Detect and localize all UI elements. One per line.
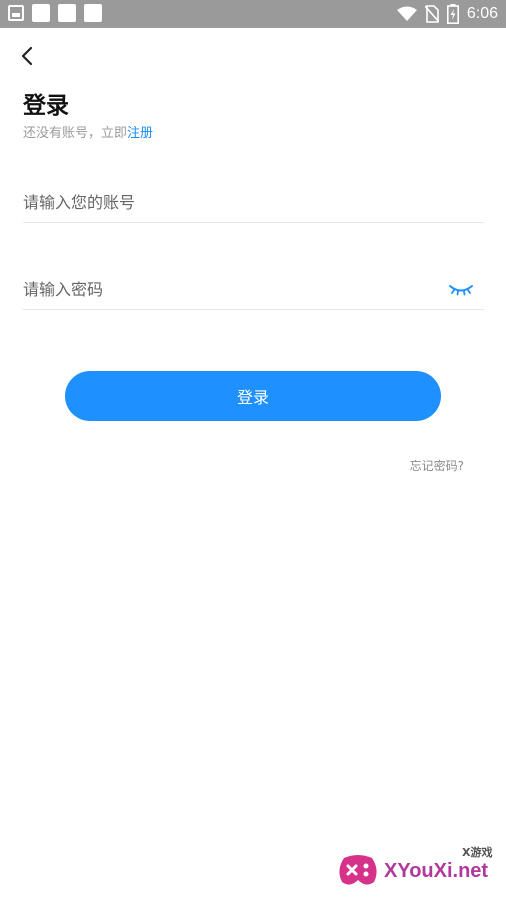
wifi-icon [396,6,417,21]
watermark-site: XYouXi.net [384,860,489,882]
image-icon [8,5,24,21]
clock: 6:06 [466,5,498,22]
register-prompt: 还没有账号，立即注册 [23,122,153,141]
chevron-left-icon[interactable] [18,44,38,68]
status-bar: 6:06 [0,0,506,28]
no-sim-icon [424,5,439,23]
app-icon [58,4,76,22]
gamepad-logo-icon [339,855,377,885]
eye-closed-icon[interactable] [448,279,474,299]
password-field [23,269,484,310]
watermark-cn: X游戏 [462,846,493,859]
register-link[interactable]: 注册 [127,126,153,141]
status-bar-notifications [8,4,102,22]
battery-charging-icon [446,4,459,24]
account-field [23,182,484,223]
password-input[interactable] [23,269,423,309]
status-bar-system: 6:06 [396,4,498,24]
app-icon [32,4,50,22]
login-button[interactable]: 登录 [65,371,441,421]
app-icon [84,4,102,22]
account-input[interactable] [23,182,423,222]
watermark: X游戏 XYouXi.net [336,840,502,896]
page-title: 登录 [23,93,69,119]
register-prompt-text: 还没有账号，立即 [23,126,128,141]
forgot-password-link[interactable]: 忘记密码? [410,457,464,474]
